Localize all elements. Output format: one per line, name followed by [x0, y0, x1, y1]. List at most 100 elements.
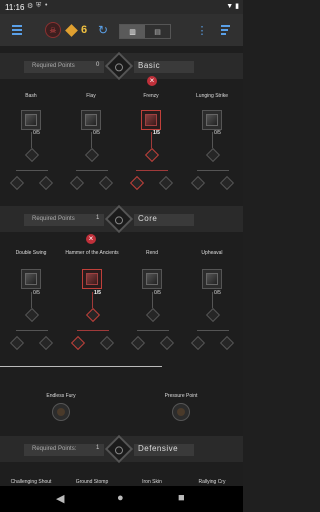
upgrade-node[interactable] [190, 335, 206, 351]
double-swing-icon [25, 273, 37, 285]
required-points-label: Required Points: [24, 444, 104, 456]
tab-tree-view[interactable]: ▥ [120, 25, 145, 38]
upgrade-node[interactable] [84, 147, 100, 163]
view-tabs: ▥ ▤ [119, 24, 171, 39]
upgrade-node[interactable] [69, 175, 85, 191]
rank-hammer: 1/5 [94, 290, 101, 296]
upgrade-node[interactable] [159, 335, 175, 351]
passive-name-pressure-point: Pressure Point [164, 393, 198, 399]
section-core-header: Required Points 1 Core [0, 204, 243, 234]
skill-name-double-swing: Double Swing [15, 250, 47, 256]
refresh-icon[interactable]: ↻ [96, 14, 110, 46]
upgrade-node[interactable] [145, 307, 161, 323]
recents-button[interactable]: ■ [178, 492, 185, 504]
skill-flay[interactable] [81, 110, 101, 130]
required-points-value: 0 [96, 62, 100, 68]
skill-lunging-strike[interactable] [202, 110, 222, 130]
upgrade-node[interactable] [85, 307, 101, 323]
upgrade-node[interactable] [190, 175, 206, 191]
section-title: Basic [138, 61, 161, 70]
class-selector[interactable]: ☠ [44, 14, 62, 46]
upgrade-node[interactable] [219, 175, 235, 191]
skill-name-lunging-strike: Lunging Strike [196, 93, 228, 99]
skill-name-challenging-shout: Challenging Shout [10, 479, 52, 485]
shield-icon: ⛨ [36, 2, 42, 9]
skill-bash[interactable] [21, 110, 41, 130]
section-badge-icon [104, 204, 134, 234]
skill-hammer-of-the-ancients[interactable] [82, 269, 102, 289]
remove-frenzy-button[interactable]: × [147, 76, 157, 86]
connector [212, 292, 213, 308]
skill-name-iron-skin: Iron Skin [142, 479, 162, 485]
upgrade-node[interactable] [129, 175, 145, 191]
rank-flay: 0/5 [93, 130, 100, 136]
upgrade-node[interactable] [24, 307, 40, 323]
skill-name-rend: Rend [146, 250, 158, 256]
skill-name-frenzy: Frenzy [143, 93, 159, 99]
section-divider [0, 366, 162, 367]
flay-icon [85, 114, 97, 126]
skill-frenzy[interactable] [141, 110, 161, 130]
upgrade-node[interactable] [130, 335, 146, 351]
upgrade-node[interactable] [99, 335, 115, 351]
upgrade-node[interactable] [205, 147, 221, 163]
hammer-icon [86, 273, 98, 285]
connector [76, 170, 108, 171]
passive-pressure-point[interactable] [172, 403, 190, 421]
rank-upheaval: 0/5 [214, 290, 221, 296]
upgrade-node[interactable] [70, 335, 86, 351]
upgrade-node[interactable] [158, 175, 174, 191]
skill-double-swing[interactable] [21, 269, 41, 289]
skill-name-upheaval: Upheaval [201, 250, 223, 256]
menu-icon[interactable] [10, 14, 24, 46]
upgrade-node[interactable] [98, 175, 114, 191]
rank-lunging-strike: 0/5 [214, 130, 221, 136]
connector [197, 170, 229, 171]
points-gem-icon [64, 14, 78, 46]
required-points-label: Required Points [24, 214, 104, 226]
skill-name-hammer: Hammer of the Ancients [65, 250, 119, 256]
connector [91, 132, 92, 148]
more-options-icon[interactable]: ⋮ [197, 14, 208, 46]
skill-rend[interactable] [142, 269, 162, 289]
upgrade-node[interactable] [9, 335, 25, 351]
connector [136, 170, 168, 171]
section-badge-icon [104, 51, 134, 81]
rank-frenzy: 1/5 [153, 130, 160, 136]
tab-list-view[interactable]: ▤ [145, 25, 170, 38]
upgrade-node[interactable] [38, 175, 54, 191]
bash-icon [25, 114, 37, 126]
wifi-icon: ▼ [226, 3, 234, 10]
skill-name-ground-stomp: Ground Stomp [75, 479, 109, 485]
passive-endless-fury[interactable] [52, 403, 70, 421]
connector [152, 292, 153, 308]
upgrade-node[interactable] [144, 147, 160, 163]
clock: 11:16 [5, 3, 25, 12]
upgrade-node[interactable] [9, 175, 25, 191]
skill-upheaval[interactable] [202, 269, 222, 289]
rank-double-swing: 0/5 [33, 290, 40, 296]
upgrade-node[interactable] [38, 335, 54, 351]
status-bar: 11:16 ⚙ ⛨ • ▼ ▮ [0, 0, 243, 14]
back-button[interactable]: ◀ [56, 492, 64, 505]
skill-name-bash: Bash [25, 93, 37, 99]
upgrade-node[interactable] [205, 307, 221, 323]
connector [151, 132, 152, 148]
upgrade-node[interactable] [219, 335, 235, 351]
home-button[interactable]: ● [117, 492, 124, 504]
battery-icon: ▮ [235, 3, 239, 10]
upgrade-node[interactable] [24, 147, 40, 163]
rend-icon [146, 273, 158, 285]
section-badge-icon [104, 434, 134, 464]
section-title: Defensive [138, 444, 179, 453]
remove-hammer-button[interactable]: × [86, 234, 96, 244]
settings-icon: ⚙ [27, 3, 34, 10]
filter-icon[interactable] [219, 14, 231, 46]
connector [212, 132, 213, 148]
connector [16, 330, 48, 331]
connector [16, 170, 48, 171]
upheaval-icon [206, 273, 218, 285]
connector [92, 292, 93, 308]
required-points-value: 1 [96, 445, 100, 451]
system-icons: ▼ ▮ [226, 2, 239, 10]
